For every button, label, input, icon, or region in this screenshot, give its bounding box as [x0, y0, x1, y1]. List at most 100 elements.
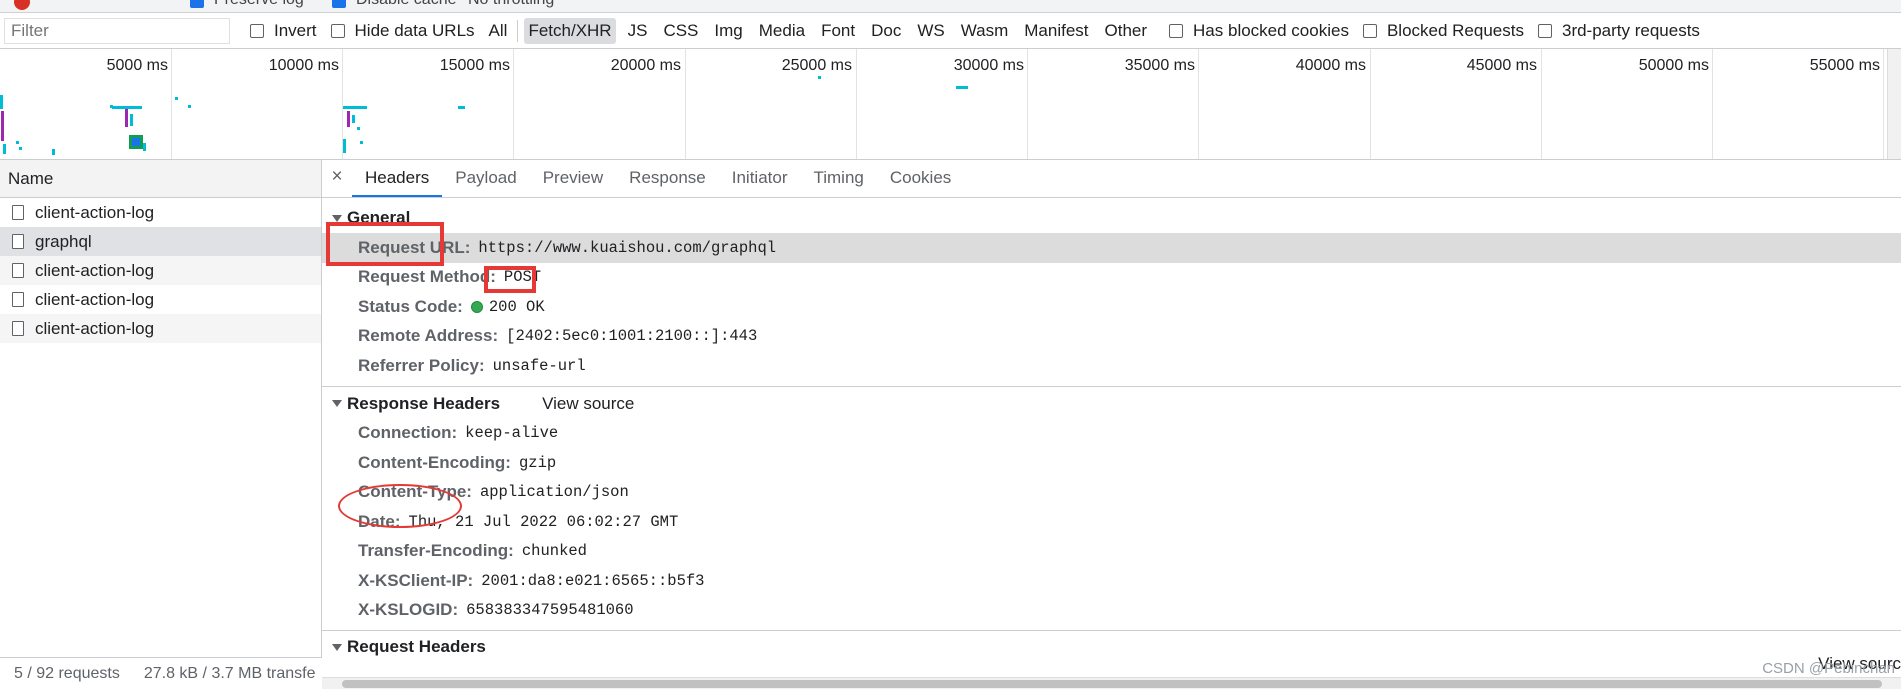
type-other[interactable]: Other: [1101, 18, 1152, 44]
type-manifest[interactable]: Manifest: [1020, 18, 1092, 44]
type-img[interactable]: Img: [710, 18, 746, 44]
activity-mark: [188, 105, 191, 108]
request-row[interactable]: client-action-log: [0, 285, 321, 314]
blocked-requests-toggle[interactable]: Blocked Requests: [1362, 20, 1524, 41]
invert-label: Invert: [274, 20, 317, 40]
type-js[interactable]: JS: [624, 18, 652, 44]
type-ws[interactable]: WS: [913, 18, 948, 44]
header-key: Request Method:: [358, 267, 496, 287]
type-all[interactable]: All: [485, 18, 512, 44]
tab-preview[interactable]: Preview: [530, 160, 616, 197]
blocked-requests-label: Blocked Requests: [1386, 20, 1524, 40]
overview-gridline: [1027, 49, 1028, 159]
request-method-row: Request Method: POST: [322, 263, 1901, 293]
devtools-toolbar: Preserve log Disable cache No throttling: [0, 0, 1901, 13]
tick-label: 25000 ms: [781, 57, 852, 74]
file-icon: [12, 205, 24, 220]
request-name: client-action-log: [35, 318, 155, 338]
type-fetch-xhr[interactable]: Fetch/XHR: [524, 17, 616, 44]
hide-data-urls-checkbox[interactable]: [330, 23, 345, 38]
general-section-toggle[interactable]: General: [322, 203, 1901, 233]
disable-cache-label: Disable cache: [356, 0, 457, 9]
activity-mark: [343, 139, 346, 153]
horizontal-scrollbar[interactable]: [322, 677, 1901, 689]
timeline-overview[interactable]: 5000 ms 10000 ms 15000 ms 20000 ms 25000…: [0, 49, 1901, 160]
header-key: Status Code:: [358, 296, 463, 316]
record-icon[interactable]: [14, 0, 30, 10]
activity-mark: [347, 111, 350, 127]
activity-mark: [357, 127, 360, 130]
request-row[interactable]: client-action-log: [0, 314, 321, 343]
tick-label: 15000 ms: [439, 57, 510, 74]
name-column-header[interactable]: Name: [0, 160, 321, 198]
request-name: graphql: [35, 231, 92, 251]
third-party-toggle[interactable]: 3rd-party requests: [1537, 21, 1700, 41]
header-value: application/json: [479, 483, 629, 502]
blocked-requests-checkbox[interactable]: [1362, 23, 1377, 38]
tick-label: 45000 ms: [1466, 57, 1537, 74]
overview-gridline: [856, 49, 857, 159]
activity-mark: [1, 111, 4, 141]
type-css[interactable]: CSS: [659, 18, 702, 44]
invert-checkbox[interactable]: [250, 23, 264, 38]
tab-initiator[interactable]: Initiator: [719, 160, 801, 197]
header-value: [2402:5ec0:1001:2100::]:443: [506, 327, 758, 346]
has-blocked-cookies-checkbox[interactable]: [1169, 23, 1184, 38]
status-ok-icon: [470, 300, 483, 313]
activity-mark: [19, 147, 22, 150]
third-party-checkbox[interactable]: [1537, 23, 1552, 38]
tab-response[interactable]: Response: [616, 160, 719, 197]
overview-gridline: [171, 49, 172, 159]
transferred-size: 27.8 kB / 3.7 MB transfe: [143, 664, 316, 682]
header-value: keep-alive: [465, 424, 559, 443]
file-icon: [12, 321, 24, 336]
tab-payload[interactable]: Payload: [442, 160, 529, 197]
request-row[interactable]: graphql: [0, 227, 321, 256]
request-headers-section-toggle[interactable]: Request Headers: [322, 631, 1901, 659]
disable-cache-checkbox[interactable]: [332, 0, 346, 8]
scrollbar-thumb[interactable]: [342, 680, 1882, 688]
request-headers-title: Request Headers: [347, 637, 486, 656]
overview-scrollbar[interactable]: [1887, 49, 1901, 159]
collapse-triangle-icon: [332, 214, 342, 222]
tab-headers[interactable]: Headers: [352, 160, 443, 197]
tick-label: 10000 ms: [268, 57, 339, 74]
view-source-link[interactable]: View source: [542, 394, 634, 414]
request-row[interactable]: client-action-log: [0, 198, 321, 227]
file-icon: [12, 234, 24, 249]
filter-input[interactable]: [4, 17, 230, 44]
activity-mark: [956, 86, 968, 89]
filter-bar: Invert Hide data URLs All Fetch/XHR JS C…: [0, 13, 1901, 49]
has-blocked-cookies-toggle[interactable]: Has blocked cookies: [1169, 21, 1349, 41]
type-wasm[interactable]: Wasm: [957, 18, 1013, 44]
request-row[interactable]: client-action-log: [0, 256, 321, 285]
hide-data-urls-toggle[interactable]: Hide data URLs: [330, 21, 475, 41]
invert-toggle[interactable]: Invert: [250, 21, 317, 41]
overview-gridline: [1541, 49, 1542, 159]
tab-timing[interactable]: Timing: [800, 160, 876, 197]
header-key: Connection:: [358, 423, 458, 443]
overview-gridline: [1712, 49, 1713, 159]
type-media[interactable]: Media: [755, 18, 809, 44]
activity-mark: [132, 138, 140, 146]
annotation-box: [326, 222, 444, 266]
overview-gridline: [685, 49, 686, 159]
response-headers-section-toggle[interactable]: Response Headers View source: [322, 389, 1901, 419]
activity-mark: [458, 106, 465, 109]
type-font[interactable]: Font: [817, 18, 859, 44]
tick-label: 35000 ms: [1124, 57, 1195, 74]
response-headers-title: Response Headers: [347, 393, 501, 413]
has-blocked-cookies-label: Has blocked cookies: [1193, 20, 1349, 40]
tick-label: 40000 ms: [1295, 57, 1366, 74]
tab-cookies[interactable]: Cookies: [877, 160, 964, 197]
preserve-log-checkbox[interactable]: [190, 0, 204, 8]
network-status-bar: 5 / 92 requests 27.8 kB / 3.7 MB transfe: [0, 657, 322, 689]
close-icon[interactable]: ×: [322, 160, 352, 197]
overview-gridline: [1198, 49, 1199, 159]
activity-mark: [143, 143, 146, 151]
header-value: chunked: [521, 542, 587, 561]
throttling-select[interactable]: No throttling: [468, 0, 554, 9]
referrer-policy-row: Referrer Policy: unsafe-url: [322, 351, 1901, 381]
annotation-box: [484, 266, 536, 293]
type-doc[interactable]: Doc: [867, 18, 905, 44]
